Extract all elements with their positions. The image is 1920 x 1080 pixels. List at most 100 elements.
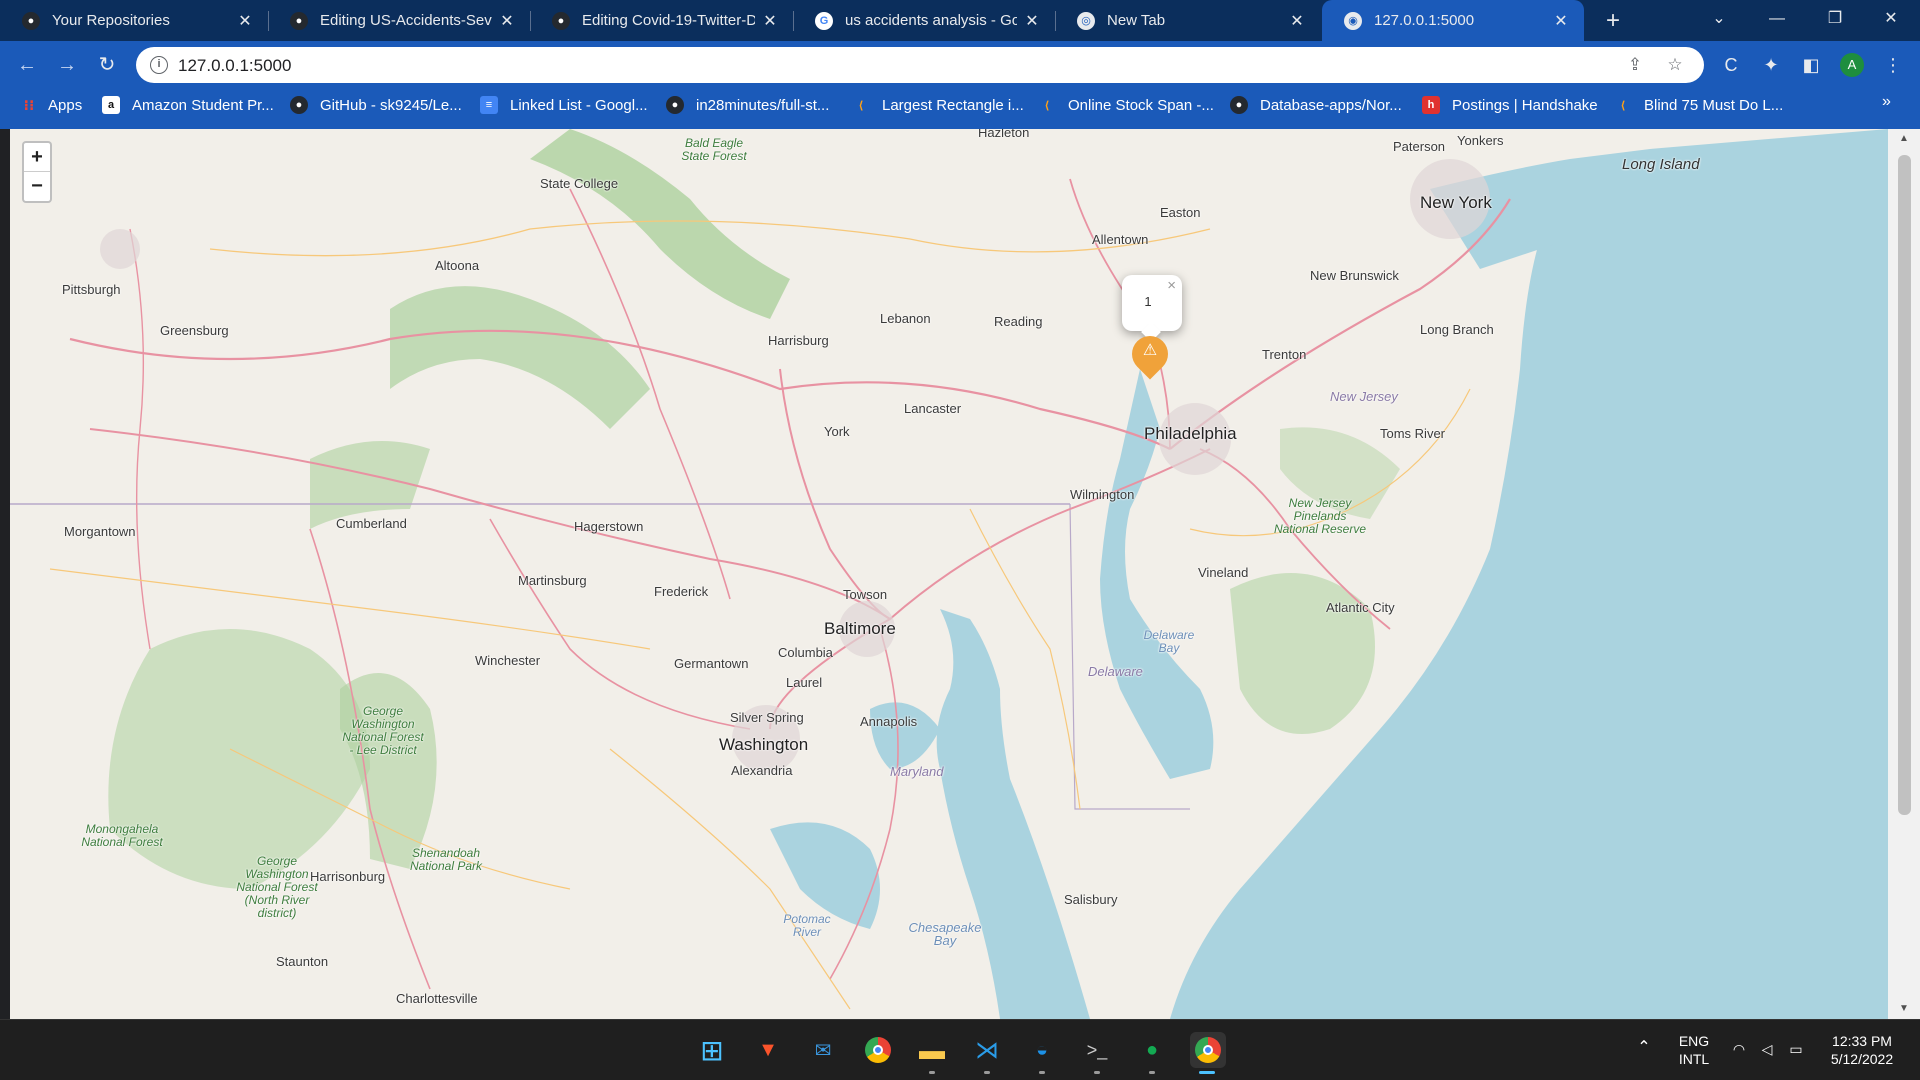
bookmark-largest-rectangle[interactable]: ⟨ Largest Rectangle i... [852,89,1024,121]
map-label-frederick: Frederick [654,584,709,599]
bookmark-label: Largest Rectangle i... [882,96,1024,114]
bookmark-label: Database-apps/Nor... [1260,96,1402,114]
bookmark-database-apps[interactable]: ● Database-apps/Nor... [1230,89,1402,121]
popup-close-icon[interactable]: × [1167,277,1176,294]
forward-icon[interactable]: → [52,50,82,80]
docker-icon[interactable]: ◒ [1024,1032,1060,1068]
marker-popup: 1 × [1122,275,1182,342]
map-label-new-york: New York [1420,193,1492,212]
close-icon[interactable]: ✕ [236,11,254,31]
clock[interactable]: 12:33 PM 5/12/2022 [1818,1032,1906,1068]
close-icon[interactable]: ✕ [1023,11,1041,31]
reload-icon[interactable]: ↻ [92,50,122,80]
map-label-harrisonburg: Harrisonburg [310,869,386,884]
restore-icon[interactable]: ❐ [1806,0,1864,41]
wifi-icon[interactable]: ◠ [1728,1040,1750,1058]
close-icon[interactable]: ✕ [1552,11,1570,31]
close-window-icon[interactable]: ✕ [1862,0,1920,41]
map-label-delaware: Delaware [1088,664,1143,679]
amazon-icon: a [102,96,120,114]
map-label-long-island: Long Island [1622,156,1700,173]
show-hidden-icons-icon[interactable]: ⌃ [1632,1039,1656,1057]
map-label-potomac-river: Potomac River [783,912,831,939]
side-panel-icon[interactable]: ◧ [1798,52,1824,78]
bookmarks-overflow-icon[interactable]: » [1882,93,1891,111]
minimize-icon[interactable]: — [1748,0,1806,41]
map-label-altoona: Altoona [435,258,480,273]
map-label-hazleton: Hazleton [978,129,1030,140]
tab-strip: ● Your Repositories ✕ ● Editing US-Accid… [0,0,1920,41]
tab-search-icon[interactable]: ⌄ [1690,0,1748,41]
bookmark-amazon[interactable]: a Amazon Student Pr... [102,89,274,121]
running-indicator [1094,1071,1100,1074]
scroll-down-arrow-icon[interactable]: ▼ [1897,1003,1911,1014]
map-label-baltimore: Baltimore [824,619,896,638]
bookmark-label: GitHub - sk9245/Le... [320,96,462,114]
github-icon: ● [552,11,570,30]
tab-localhost[interactable]: ◉ 127.0.0.1:5000 ✕ [1322,0,1584,41]
map-label-chesapeake-bay: Chesapeake Bay [908,920,982,948]
map-canvas[interactable]: + − Hazleton Bald Eagle State Forest Pat… [10,129,1888,1019]
language-bottom: INTL [1678,1051,1710,1067]
bookmark-linked-list[interactable]: ≡ Linked List - Googl... [480,89,648,121]
terminal-icon[interactable]: >_ [1079,1032,1115,1068]
running-indicator [1039,1071,1045,1074]
volume-icon[interactable]: ◁ [1756,1040,1778,1058]
tab-new-tab[interactable]: ◎ New Tab ✕ [1055,0,1320,41]
map-label-lebanon: Lebanon [880,311,931,326]
close-icon[interactable]: ✕ [498,11,516,31]
address-bar[interactable]: i 127.0.0.1:5000 ⇪ ☆ [136,47,1704,83]
map-label-allentown: Allentown [1092,232,1149,247]
bookmark-github-sk9245[interactable]: ● GitHub - sk9245/Le... [290,89,462,121]
bookmark-label: Linked List - Googl... [510,96,648,114]
warning-icon: ⚠ [1142,342,1158,359]
profile-avatar[interactable]: A [1840,53,1864,77]
apps-grid-icon: ⁝⁝ [23,96,35,113]
language-top: ENG [1678,1033,1710,1049]
active-indicator [1199,1071,1215,1074]
map-label-lancaster: Lancaster [904,401,962,416]
close-icon[interactable]: ✕ [1288,11,1306,31]
bookmark-blind-75[interactable]: ⟨ Blind 75 Must Do L... [1614,89,1783,121]
battery-icon[interactable]: ▭ [1784,1040,1808,1058]
scrollbar-thumb[interactable] [1898,155,1911,815]
address-url[interactable]: 127.0.0.1:5000 [178,56,291,76]
bookmark-online-stock-span[interactable]: ⟨ Online Stock Span -... [1038,89,1213,121]
map-label-paterson: Paterson [1393,139,1446,154]
zoom-in-button[interactable]: + [24,143,50,172]
share-icon[interactable]: ⇪ [1624,54,1646,76]
scroll-up-arrow-icon[interactable]: ▲ [1897,133,1911,144]
chrome-icon[interactable] [860,1032,896,1068]
extension-c-icon[interactable]: C [1718,52,1744,78]
extensions-puzzle-icon[interactable]: ✦ [1758,52,1784,78]
back-icon[interactable]: ← [12,50,42,80]
tab-editing-us-accidents[interactable]: ● Editing US-Accidents-Severi ✕ [268,0,530,41]
new-tab-button[interactable]: + [1598,6,1628,36]
file-explorer-icon[interactable]: ▬ [914,1032,950,1068]
mail-icon[interactable]: ✉ [805,1032,841,1068]
map-label-trenton: Trenton [1262,347,1307,362]
bookmark-star-icon[interactable]: ☆ [1664,54,1686,76]
page-scrollbar[interactable]: ▲ ▼ [1888,129,1920,1019]
running-indicator [1149,1071,1155,1074]
chrome-profile-icon[interactable] [1190,1032,1226,1068]
site-info-icon[interactable]: i [150,56,168,74]
mongodb-compass-icon[interactable]: ● [1134,1032,1170,1068]
tab-google-search[interactable]: G us accidents analysis - Goog ✕ [793,0,1055,41]
bookmark-handshake[interactable]: h Postings | Handshake [1422,89,1598,121]
bookmark-in28minutes[interactable]: ● in28minutes/full-st... [666,89,829,121]
brave-icon[interactable]: ▼ [750,1032,786,1068]
tab-editing-covid[interactable]: ● Editing Covid-19-Twitter-Da ✕ [530,0,793,41]
tab-your-repositories[interactable]: ● Your Repositories ✕ [0,0,268,41]
vscode-icon[interactable]: ⋊ [969,1032,1005,1068]
zoom-out-button[interactable]: − [24,172,50,201]
leetcode-icon: ⟨ [858,99,864,112]
map-label-easton: Easton [1160,205,1201,220]
bookmark-apps[interactable]: ⁝⁝ Apps [20,89,83,121]
windows-start-icon[interactable]: ⊞ [694,1032,730,1068]
language-indicator[interactable]: ENG INTL [1672,1032,1716,1068]
map-label-alexandria: Alexandria [731,763,793,778]
menu-kebab-icon[interactable]: ⋮ [1880,52,1906,78]
map-label-new-brunswick: New Brunswick [1310,268,1399,283]
close-icon[interactable]: ✕ [761,11,779,31]
